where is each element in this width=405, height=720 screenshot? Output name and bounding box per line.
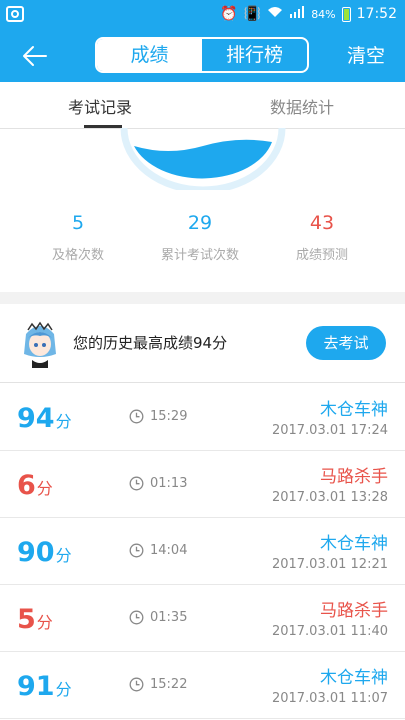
record-row[interactable]: 94分 15:29 木仓车神 2017.03.01 17:24	[0, 383, 405, 451]
stat-label: 及格次数	[51, 248, 104, 263]
score-value: 5	[17, 604, 36, 635]
stat-label: 成绩预测	[295, 248, 348, 263]
tab-bar: 考试记录 数据统计	[0, 82, 405, 129]
best-score-text: 您的历史最高成绩94分	[73, 334, 228, 352]
record-date: 2017.03.01 17:24	[271, 423, 388, 438]
clock-icon	[129, 476, 144, 491]
best-score-bar: 您的历史最高成绩94分 去考试	[0, 304, 405, 383]
score-value: 6	[17, 470, 36, 501]
score-unit: 分	[55, 546, 72, 565]
segmented-control: 成绩 排行榜	[95, 37, 309, 73]
record-duration: 01:35	[150, 610, 188, 625]
record-duration: 15:22	[150, 677, 188, 692]
record-row[interactable]: 6分 01:13 马路杀手 2017.03.01 13:28	[0, 450, 405, 518]
clock-time: 17:52	[356, 6, 397, 22]
record-date: 2017.03.01 11:40	[271, 624, 388, 639]
stat-value: 5	[71, 212, 85, 234]
score-unit: 分	[55, 680, 72, 699]
record-date: 2017.03.01 13:28	[271, 490, 388, 505]
alarm-icon: ⏰	[220, 6, 238, 22]
record-title: 木仓车神	[320, 668, 388, 688]
score-unit: 分	[36, 613, 53, 632]
record-score: 6分	[17, 470, 53, 501]
record-duration: 01:13	[150, 476, 188, 491]
record-row[interactable]: 90分 14:04 木仓车神 2017.03.01 12:21	[0, 517, 405, 585]
battery-icon	[341, 6, 351, 22]
camera-notification-icon	[6, 6, 24, 22]
nav-bar: 成绩 排行榜 清空	[0, 30, 405, 82]
record-duration: 15:29	[150, 409, 188, 424]
stats-panel: 5 及格次数 29 累计考试次数 43 成绩预测	[0, 210, 405, 270]
score-unit: 分	[55, 412, 72, 431]
stat-label: 累计考试次数	[160, 248, 239, 263]
clear-button[interactable]: 清空	[347, 43, 385, 69]
score-value: 90	[17, 537, 55, 568]
stat-score-prediction: 43 成绩预测	[262, 210, 382, 263]
record-row[interactable]: 91分 15:22 木仓车神 2017.03.01 11:07	[0, 651, 405, 719]
vibrate-icon: 📳	[243, 6, 262, 22]
record-title: 马路杀手	[320, 467, 388, 487]
tab-exam-record[interactable]: 考试记录	[68, 94, 132, 118]
record-score: 94分	[17, 403, 72, 434]
signal-icon	[289, 5, 305, 23]
avatar[interactable]	[18, 320, 62, 368]
clock-icon	[129, 677, 144, 692]
wifi-icon	[267, 5, 283, 23]
status-bar: ⏰ 📳 84% 17:52	[0, 0, 405, 30]
record-score: 91分	[17, 671, 72, 702]
segment-scores[interactable]: 成绩	[97, 39, 202, 71]
status-icons: ⏰ 📳 84% 17:52	[220, 5, 397, 23]
stat-value: 29	[187, 212, 213, 234]
record-score: 5分	[17, 604, 53, 635]
record-title: 木仓车神	[320, 534, 388, 554]
section-divider	[0, 292, 405, 304]
clock-icon	[129, 409, 144, 424]
record-date: 2017.03.01 11:07	[271, 691, 388, 706]
segment-ranking[interactable]: 排行榜	[202, 39, 307, 71]
score-gauge	[120, 128, 286, 190]
stat-pass-count: 5 及格次数	[18, 210, 138, 263]
score-unit: 分	[36, 479, 53, 498]
tab-data-stats[interactable]: 数据统计	[270, 94, 334, 118]
back-arrow-icon[interactable]	[20, 41, 50, 71]
score-value: 91	[17, 671, 55, 702]
stat-total-exams: 29 累计考试次数	[140, 210, 260, 263]
score-value: 94	[17, 403, 55, 434]
record-row[interactable]: 5分 01:35 马路杀手 2017.03.01 11:40	[0, 584, 405, 652]
battery-percent: 84%	[311, 7, 336, 21]
stat-value: 43	[309, 212, 335, 234]
clock-icon	[129, 543, 144, 558]
record-title: 马路杀手	[320, 601, 388, 621]
record-score: 90分	[17, 537, 72, 568]
clock-icon	[129, 610, 144, 625]
record-date: 2017.03.01 12:21	[271, 557, 388, 572]
record-duration: 14:04	[150, 543, 188, 558]
record-title: 木仓车神	[320, 400, 388, 420]
take-exam-button[interactable]: 去考试	[306, 326, 386, 360]
